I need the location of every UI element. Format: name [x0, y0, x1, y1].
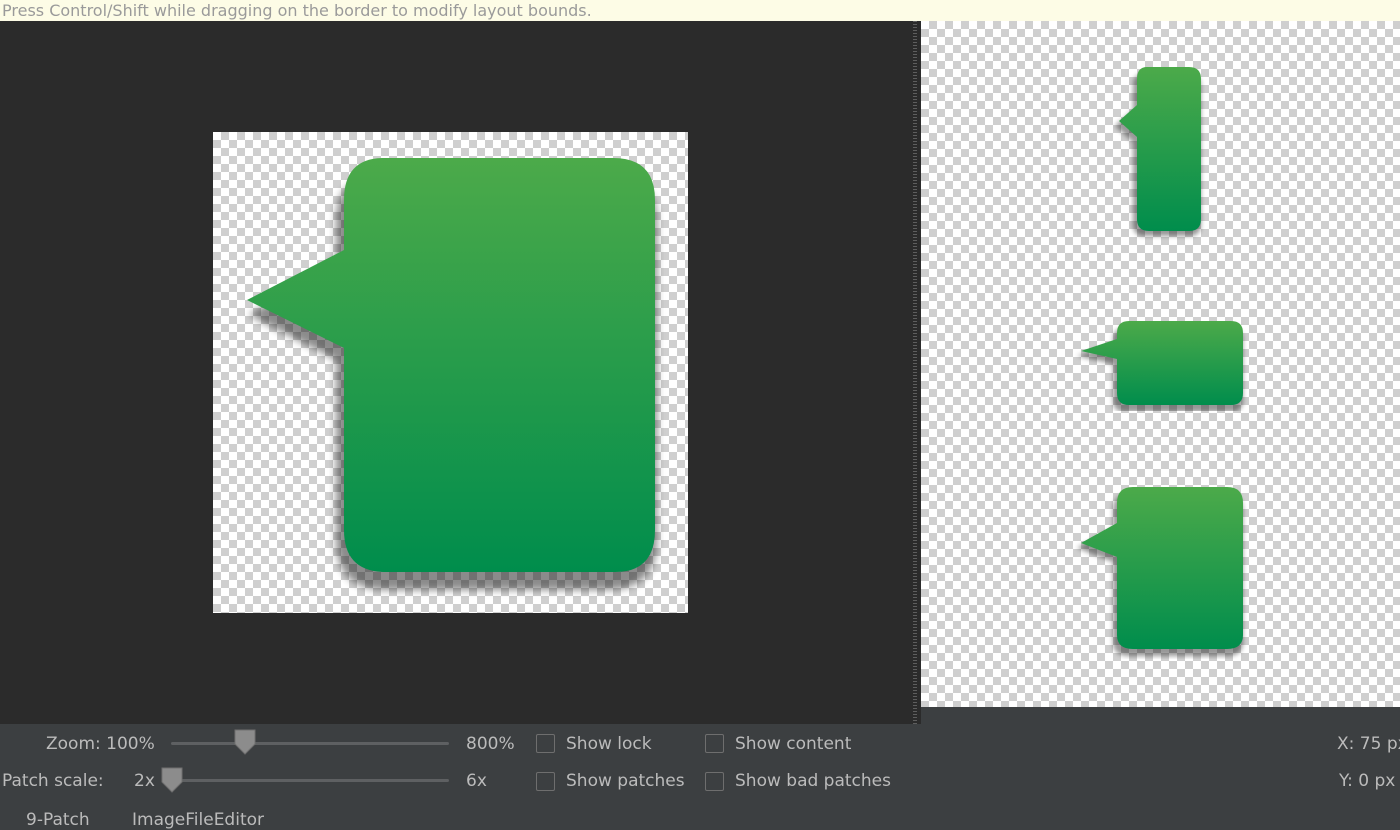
- show-patches-label[interactable]: Show patches: [566, 771, 685, 791]
- patch-scale-slider-thumb[interactable]: [160, 767, 184, 793]
- hint-bar: Press Control/Shift while dragging on th…: [0, 0, 1400, 21]
- y-coordinate: Y: 0 px: [1339, 771, 1396, 791]
- patch-scale-label: Patch scale:: [2, 771, 104, 791]
- zoom-slider[interactable]: [171, 742, 449, 745]
- zoom-max-label: 800%: [466, 734, 515, 754]
- show-lock-checkbox[interactable]: [536, 734, 555, 753]
- show-lock-label[interactable]: Show lock: [566, 734, 652, 754]
- speech-bubble-image: [247, 158, 657, 590]
- show-content-label[interactable]: Show content: [735, 734, 851, 754]
- x-coordinate: X: 75 px: [1337, 734, 1400, 754]
- zoom-slider-thumb[interactable]: [233, 729, 257, 755]
- patch-scale-max-label: 6x: [466, 771, 487, 791]
- splitter-handle[interactable]: [910, 21, 921, 724]
- patch-scale-min-label: 2x: [134, 771, 155, 791]
- hint-text: Press Control/Shift while dragging on th…: [2, 1, 592, 20]
- preview-footer: [921, 707, 1400, 724]
- preview-tall-bubble: [1115, 67, 1201, 236]
- show-bad-patches-label[interactable]: Show bad patches: [735, 771, 891, 791]
- show-patches-checkbox[interactable]: [536, 772, 555, 791]
- tab-image-file-editor[interactable]: ImageFileEditor: [132, 810, 264, 830]
- show-bad-patches-checkbox[interactable]: [705, 772, 724, 791]
- patch-scale-slider[interactable]: [171, 779, 449, 782]
- splitter-grip[interactable]: [913, 21, 917, 724]
- tab-nine-patch[interactable]: 9-Patch: [26, 810, 90, 830]
- zoom-label: Zoom: 100%: [46, 734, 155, 754]
- preview-medium-bubble: [1077, 487, 1243, 656]
- preview-pane: [921, 21, 1400, 707]
- preview-wide-bubble: [1077, 321, 1243, 411]
- nine-patch-canvas[interactable]: [213, 132, 688, 613]
- controls-panel: Zoom: 100% 800% Show lock Show content X…: [0, 724, 1400, 830]
- editor-area[interactable]: [0, 21, 910, 724]
- show-content-checkbox[interactable]: [705, 734, 724, 753]
